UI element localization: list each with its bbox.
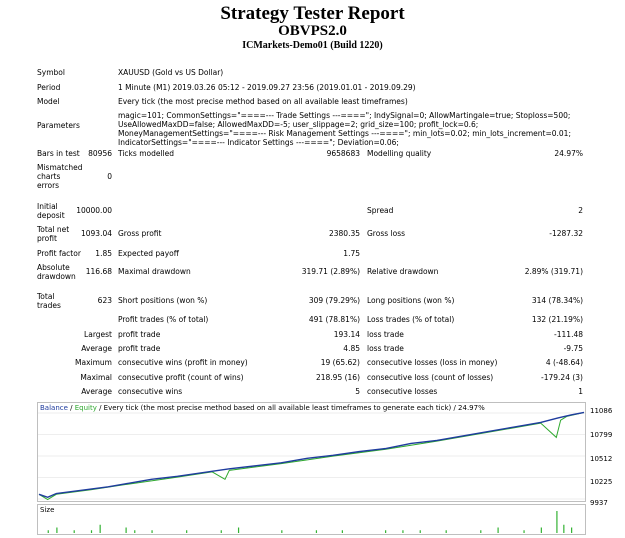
largest-profit-label: profit trade: [118, 330, 161, 339]
y-tick: 9937: [590, 499, 608, 507]
avg-consec-wins-label: consecutive wins: [118, 387, 183, 396]
size-bar: [99, 524, 101, 533]
expert-name: OBVPS2.0: [278, 23, 347, 39]
maximum-label: Maximum: [75, 358, 112, 367]
chart-legend: Balance / Equity / Every tick (the most …: [40, 404, 485, 413]
average-profit-value: 4.85: [343, 344, 360, 353]
short-positions-value: 309 (79.29%): [308, 296, 360, 305]
max-consec-losses-value: 4 (-48.64): [545, 358, 583, 367]
gross-profit-label: Gross profit: [118, 229, 162, 238]
legend-balance: Balance: [40, 404, 68, 412]
legend-description: / Every tick (the most precise method ba…: [96, 404, 485, 412]
period-value: 1 Minute (M1) 2019.03.26 05:12 - 2019.09…: [118, 83, 416, 92]
net-profit-value: 1093.04: [80, 229, 112, 238]
average-loss-value: -9.75: [563, 344, 583, 353]
parameters-label: Parameters: [37, 121, 80, 130]
largest-loss-value: -111.48: [554, 330, 583, 339]
ticks-value: 9658683: [326, 149, 360, 158]
max-consec-losses-label: consecutive losses (loss in money): [367, 358, 498, 367]
maximal-drawdown-value: 319.71 (2.89%): [301, 267, 360, 276]
size-label: Size: [40, 506, 55, 514]
largest-label: Largest: [84, 330, 112, 339]
size-bar: [540, 527, 542, 533]
average-loss-label: loss trade: [367, 344, 404, 353]
size-chart: Size: [37, 504, 586, 535]
symbol-label: Symbol: [37, 68, 65, 77]
size-bar: [556, 511, 558, 533]
average-profit-label: profit trade: [118, 344, 161, 353]
size-bar: [56, 527, 58, 533]
balance-equity-chart: Balance / Equity / Every tick (the most …: [37, 402, 586, 502]
balance-line: [38, 411, 585, 499]
profit-trades-value: 491 (78.81%): [308, 315, 360, 324]
maximal-consec-profit-label: consecutive profit (count of wins): [118, 373, 244, 382]
maximal-drawdown-label: Maximal drawdown: [118, 267, 191, 276]
profit-factor-value: 1.85: [95, 249, 112, 258]
y-tick: 10799: [590, 431, 613, 439]
y-tick: 11086: [590, 407, 613, 415]
server-build: ICMarkets-Demo01 (Build 1220): [242, 40, 383, 51]
loss-trades-label: Loss trades (% of total): [367, 315, 455, 324]
expected-payoff-value: 1.75: [343, 249, 360, 258]
maximal-consec-loss-value: -179.24 (3): [541, 373, 583, 382]
largest-loss-label: loss trade: [367, 330, 404, 339]
y-tick: 10512: [590, 455, 613, 463]
report-title: Strategy Tester Report: [220, 3, 405, 24]
short-positions-label: Short positions (won %): [118, 296, 208, 305]
bars-value: 80956: [88, 149, 112, 158]
average-label: Average: [81, 344, 112, 353]
size-plot: [47, 511, 573, 533]
relative-drawdown-label: Relative drawdown: [367, 267, 439, 276]
legend-separator: /: [67, 404, 75, 412]
size-bar: [571, 527, 573, 533]
model-value: Every tick (the most precise method base…: [118, 97, 408, 106]
period-label: Period: [37, 83, 61, 92]
model-label: Model: [37, 97, 60, 106]
long-positions-label: Long positions (won %): [367, 296, 455, 305]
max-consec-wins-value: 19 (65.62): [320, 358, 360, 367]
mismatch-value: 0: [107, 172, 112, 181]
maximal-consec-profit-value: 218.95 (16): [315, 373, 360, 382]
long-positions-value: 314 (78.34%): [531, 296, 583, 305]
parameters-value: magic=101; CommonSettings="====--- Trade…: [118, 111, 571, 147]
total-trades-value: 623: [97, 296, 112, 305]
avg-consec-losses-label: consecutive losses: [367, 387, 438, 396]
chart-plot: [38, 411, 585, 501]
gross-loss-label: Gross loss: [367, 229, 406, 238]
expected-payoff-label: Expected payoff: [118, 249, 179, 258]
ticks-label: Ticks modelled: [118, 149, 175, 158]
y-tick: 10225: [590, 478, 613, 486]
size-bar: [125, 527, 127, 533]
size-bar: [563, 524, 565, 533]
absolute-drawdown-value: 116.68: [85, 267, 112, 276]
avg-consec-wins-value: 5: [355, 387, 360, 396]
maximal-consec-loss-label: consecutive loss (count of losses): [367, 373, 494, 382]
size-bar: [237, 527, 240, 533]
spread-label: Spread: [367, 206, 394, 215]
profit-trades-label: Profit trades (% of total): [118, 315, 209, 324]
size-bar: [497, 527, 499, 533]
symbol-value: XAUUSD (Gold vs US Dollar): [118, 68, 224, 77]
average-consec-label: Average: [81, 387, 112, 396]
relative-drawdown-value: 2.89% (319.71): [524, 267, 583, 276]
spread-value: 2: [578, 206, 583, 215]
gross-loss-value: -1287.32: [549, 229, 583, 238]
loss-trades-value: 132 (21.19%): [531, 315, 583, 324]
gross-profit-value: 2380.35: [328, 229, 360, 238]
legend-equity: Equity: [74, 404, 97, 412]
maximal-label: Maximal: [80, 373, 112, 382]
quality-value: 24.97%: [554, 149, 583, 158]
largest-profit-value: 193.14: [333, 330, 360, 339]
quality-label: Modelling quality: [367, 149, 432, 158]
avg-consec-losses-value: 1: [578, 387, 583, 396]
max-consec-wins-label: consecutive wins (profit in money): [118, 358, 248, 367]
deposit-value: 10000.00: [76, 206, 112, 215]
